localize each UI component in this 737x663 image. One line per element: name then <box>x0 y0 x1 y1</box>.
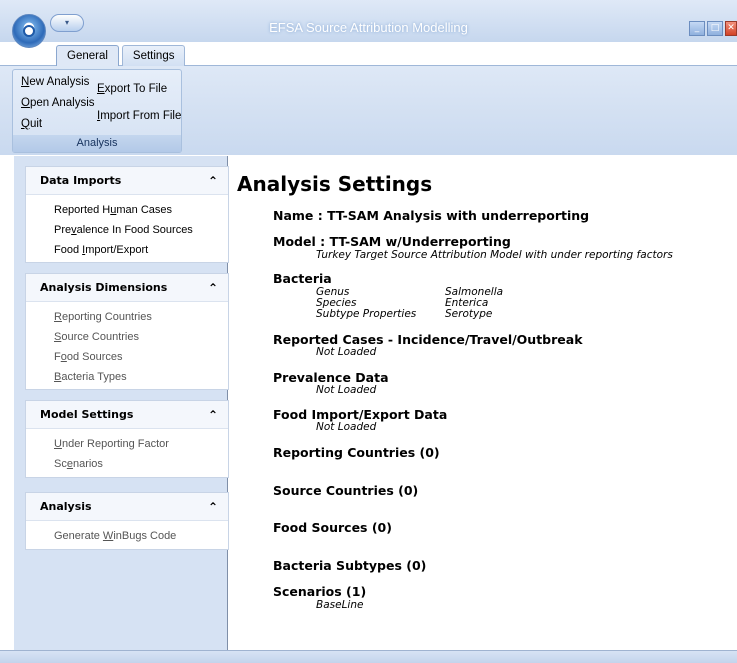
collapse-chevron-icon[interactable]: ⌃ <box>208 274 218 302</box>
reporting-countries-heading: Reporting Countries (0) <box>273 445 440 460</box>
bacteria-field-key: Subtype Properties <box>316 308 417 320</box>
model-name: Model : TT-SAM w/Underreporting <box>273 234 511 249</box>
reported-cases-status: Not Loaded <box>316 346 377 358</box>
collapse-chevron-icon[interactable]: ⌃ <box>208 167 218 195</box>
nav-item-food-import-export[interactable]: Food Import/Export <box>26 240 228 260</box>
prevalence-status: Not Loaded <box>316 384 377 396</box>
reported-cases-heading: Reported Cases - Incidence/Travel/Outbre… <box>273 332 583 347</box>
window-title: EFSA Source Attribution Modelling <box>269 20 468 35</box>
nav-item-prevalence[interactable]: Prevalence In Food Sources <box>26 220 228 240</box>
maximize-icon[interactable]: □ <box>707 21 723 36</box>
ribbon: New Analysis Open Analysis Quit Export T… <box>0 65 737 155</box>
nav-item-generate-winbugs-code[interactable]: Generate WinBugs Code <box>26 526 228 546</box>
ribbon-tabs: General Settings <box>56 45 188 66</box>
title-bar: ▾ EFSA Source Attribution Modelling _ □ … <box>0 0 737 48</box>
open-analysis-button[interactable]: Open Analysis <box>21 97 95 109</box>
close-icon[interactable]: ✕ <box>725 21 737 36</box>
export-to-file-button[interactable]: Export To File <box>97 83 167 95</box>
nav-item-under-reporting-factor[interactable]: Under Reporting Factor <box>26 434 228 454</box>
new-analysis-button[interactable]: New Analysis <box>21 76 89 88</box>
bacteria-subtypes-heading: Bacteria Subtypes (0) <box>273 558 427 573</box>
status-bar <box>0 650 737 663</box>
collapse-chevron-icon[interactable]: ⌃ <box>208 493 218 521</box>
application-orb-button[interactable] <box>12 14 46 48</box>
nav-item-source-countries[interactable]: Source Countries <box>26 327 228 347</box>
prevalence-heading: Prevalence Data <box>273 370 389 385</box>
scenario-item: BaseLine <box>316 599 364 611</box>
scenarios-heading: Scenarios (1) <box>273 584 367 599</box>
food-import-export-status: Not Loaded <box>316 421 377 433</box>
left-navigation-pane: Data Imports ⌃ Reported Human Cases Preva… <box>14 156 229 650</box>
section-header[interactable]: Data Imports ⌃ <box>26 167 228 195</box>
section-header[interactable]: Analysis ⌃ <box>26 493 228 521</box>
tab-general[interactable]: General <box>56 45 119 66</box>
window-controls: _ □ ✕ <box>687 21 737 37</box>
minimize-icon[interactable]: _ <box>689 21 705 36</box>
section-analysis-dimensions: Analysis Dimensions ⌃ Reporting Countries… <box>25 273 229 390</box>
nav-item-scenarios[interactable]: Scenarios <box>26 454 228 474</box>
import-from-file-button[interactable]: Import From File <box>97 110 181 122</box>
section-model-settings: Model Settings ⌃ Under Reporting Factor S… <box>25 400 229 478</box>
quit-button[interactable]: Quit <box>21 118 42 130</box>
analysis-name: Name : TT-SAM Analysis with underreporti… <box>273 208 590 223</box>
food-sources-heading: Food Sources (0) <box>273 520 392 535</box>
bacteria-field-value: Serotype <box>445 308 493 320</box>
analysis-group: New Analysis Open Analysis Quit Export T… <box>12 69 182 153</box>
nav-item-bacteria-types[interactable]: Bacteria Types <box>26 367 228 387</box>
nav-item-reporting-countries[interactable]: Reporting Countries <box>26 307 228 327</box>
section-header[interactable]: Model Settings ⌃ <box>26 401 228 429</box>
section-header[interactable]: Analysis Dimensions ⌃ <box>26 274 228 302</box>
page-title: Analysis Settings <box>237 172 433 196</box>
section-analysis: Analysis ⌃ Generate WinBugs Code <box>25 492 229 550</box>
food-import-export-heading: Food Import/Export Data <box>273 407 448 422</box>
group-label: Analysis <box>13 135 181 152</box>
collapse-chevron-icon[interactable]: ⌃ <box>208 401 218 429</box>
bacteria-heading: Bacteria <box>273 271 332 286</box>
orb-icon <box>23 25 35 37</box>
nav-item-food-sources[interactable]: Food Sources <box>26 347 228 367</box>
source-countries-heading: Source Countries (0) <box>273 483 419 498</box>
section-data-imports: Data Imports ⌃ Reported Human Cases Preva… <box>25 166 229 263</box>
nav-item-reported-human-cases[interactable]: Reported Human Cases <box>26 200 228 220</box>
model-description: Turkey Target Source Attribution Model w… <box>316 249 673 261</box>
tab-settings[interactable]: Settings <box>121 45 186 66</box>
analysis-settings-panel: Analysis Settings Name : TT-SAM Analysis… <box>229 156 737 650</box>
